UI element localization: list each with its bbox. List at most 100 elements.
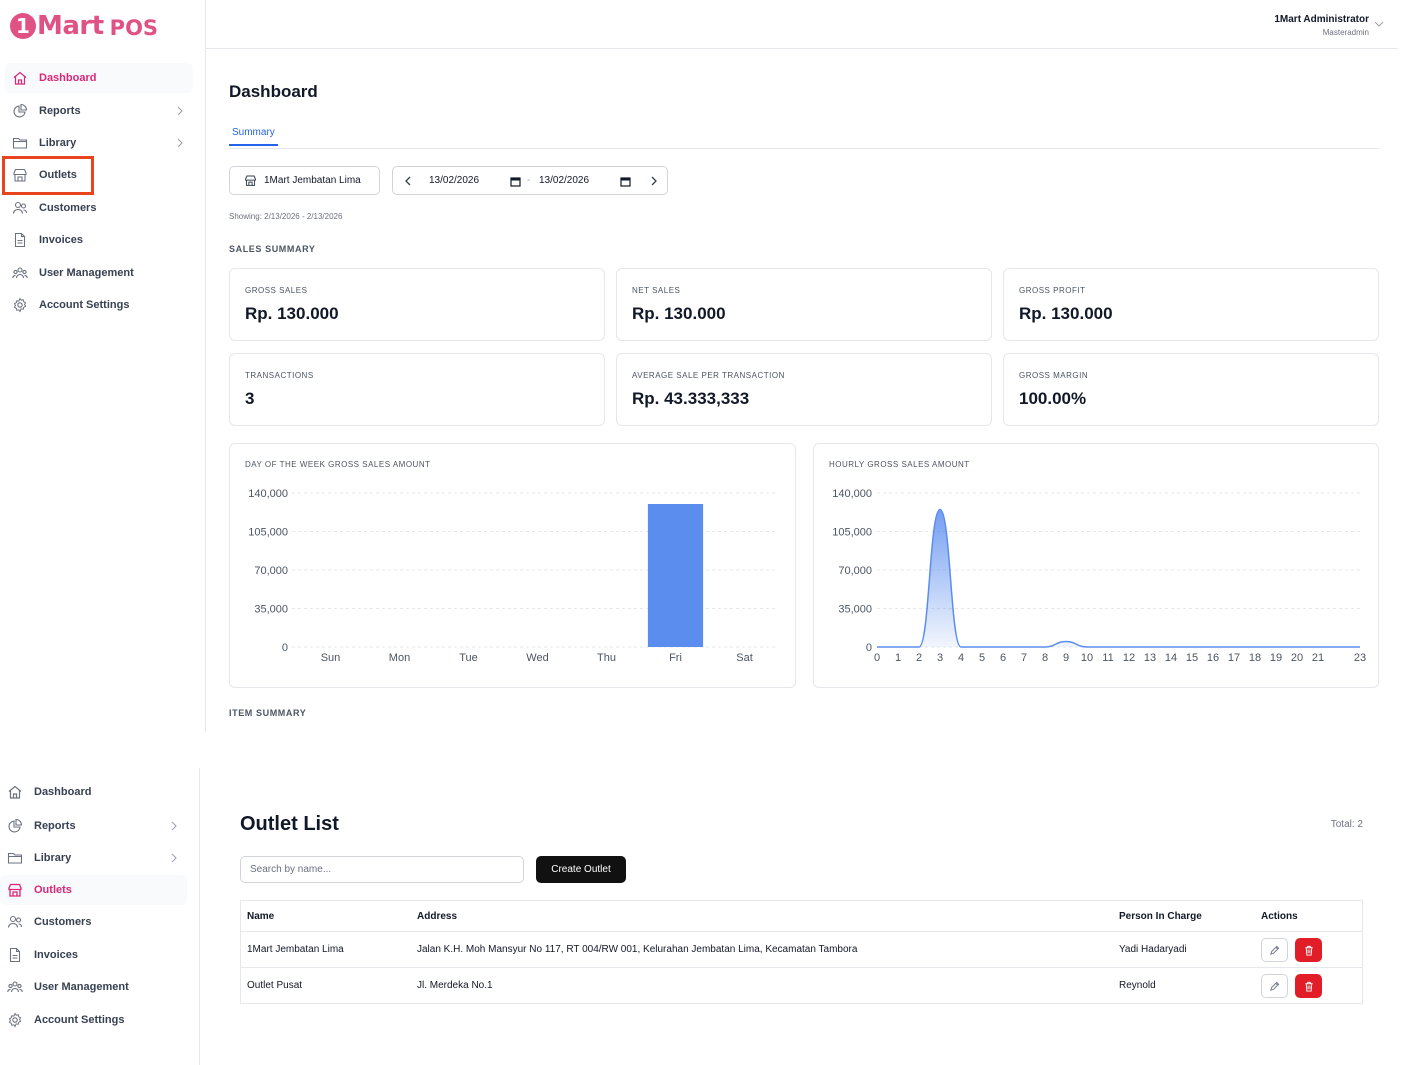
average-sale-card: AVERAGE SALE PER TRANSACTION Rp. 43.333,… xyxy=(616,353,992,426)
sidebar-item-label: Library xyxy=(39,137,77,149)
outlet-address-cell: Jl. Merdeka No.1 xyxy=(417,980,493,991)
x-tick-label: 13 xyxy=(1144,652,1156,664)
outlet-name-cell: Outlet Pusat xyxy=(247,980,303,991)
y-tick-label: 70,000 xyxy=(254,565,288,577)
tab-summary[interactable]: Summary xyxy=(229,127,278,146)
date-to[interactable]: 13/02/2026 xyxy=(539,175,589,186)
y-tick-label: 105,000 xyxy=(832,527,872,539)
trash-icon xyxy=(1304,981,1313,992)
sidebar-item-customers[interactable]: Customers xyxy=(0,907,187,937)
outlet-address-cell: Jalan K.H. Moh Mansyur No 117, RT 004/RW… xyxy=(417,944,858,955)
x-tick-label: 2 xyxy=(916,652,922,664)
y-tick-label: 70,000 xyxy=(838,565,872,577)
chevron-right-icon xyxy=(177,106,183,116)
weekday-chart-svg: 0 35,000 70,000 105,000 140,000 Sun Mon Tue Wed T… xyxy=(248,488,775,664)
hourly-sales-chart: HOURLY GROSS SALES AMOUNT 0 35,000 70,000 1… xyxy=(813,443,1379,688)
sidebar-item-library[interactable]: Library xyxy=(5,128,193,158)
date-from[interactable]: 13/02/2026 xyxy=(429,175,479,186)
x-tick-label: 8 xyxy=(1042,652,1048,664)
gear-icon xyxy=(11,296,29,314)
sidebar-item-label: Dashboard xyxy=(34,786,92,798)
edit-button[interactable] xyxy=(1261,974,1288,998)
chevron-right-icon xyxy=(171,821,177,831)
table-row: 1Mart Jembatan Lima Jalan K.H. Moh Mansy… xyxy=(241,932,1362,968)
sidebar-item-label: Reports xyxy=(34,820,76,832)
sidebar-item-reports[interactable]: Reports xyxy=(0,811,187,841)
sidebar-item-customers[interactable]: Customers xyxy=(5,193,193,223)
outlet-selector[interactable]: 1Mart Jembatan Lima xyxy=(229,166,380,195)
pie-chart-icon xyxy=(11,102,29,120)
tabs-divider xyxy=(229,148,1379,149)
pie-chart-icon xyxy=(6,817,24,835)
area-fill xyxy=(877,509,1360,647)
sidebar-item-user-management[interactable]: User Management xyxy=(5,258,193,288)
chevron-right-icon[interactable] xyxy=(649,175,659,187)
document-icon xyxy=(6,946,24,964)
calendar-icon[interactable] xyxy=(510,176,521,187)
sidebar-item-invoices[interactable]: Invoices xyxy=(0,940,187,970)
x-tick-label: 6 xyxy=(1000,652,1006,664)
x-tick-label: 0 xyxy=(874,652,880,664)
sidebar-item-library[interactable]: Library xyxy=(0,843,187,873)
sidebar-item-label: Outlets xyxy=(34,884,72,896)
x-tick-label: 17 xyxy=(1228,652,1240,664)
trash-icon xyxy=(1304,945,1313,956)
card-value: Rp. 130.000 xyxy=(245,304,339,323)
column-header-name: Name xyxy=(247,911,275,922)
sidebar-item-dashboard[interactable]: Dashboard xyxy=(5,63,193,93)
calendar-icon[interactable] xyxy=(620,176,631,187)
sidebar-item-account-settings[interactable]: Account Settings xyxy=(0,1005,187,1035)
store-icon xyxy=(6,881,24,899)
sidebar-item-account-settings[interactable]: Account Settings xyxy=(5,290,193,320)
top-bar: 1Mart Administrator Masteradmin xyxy=(205,0,1398,49)
search-input[interactable] xyxy=(240,856,524,883)
sidebar-item-label: Reports xyxy=(39,105,81,117)
sidebar-item-label: Library xyxy=(34,852,72,864)
user-name[interactable]: 1Mart Administrator xyxy=(1274,14,1369,25)
x-tick-label: 11 xyxy=(1102,652,1113,664)
pencil-icon xyxy=(1270,945,1280,955)
sidebar-item-user-management[interactable]: User Management xyxy=(0,972,187,1002)
table-header: Name Address Person In Charge Actions xyxy=(241,901,1362,932)
net-sales-card: NET SALES Rp. 130.000 xyxy=(616,268,992,341)
create-outlet-button[interactable]: Create Outlet xyxy=(536,856,626,883)
card-label: GROSS SALES xyxy=(245,286,308,295)
card-value: Rp. 130.000 xyxy=(632,304,726,323)
x-tick-label: 1 xyxy=(895,652,901,664)
transactions-card: TRANSACTIONS 3 xyxy=(229,353,605,426)
date-range-picker: 13/02/2026 - 13/02/2026 xyxy=(392,166,668,195)
x-tick-label: Mon xyxy=(389,652,410,664)
chevron-left-icon[interactable] xyxy=(403,175,413,187)
brand-logo[interactable]: 1 Mart POS xyxy=(10,8,158,44)
edit-button[interactable] xyxy=(1261,938,1288,962)
x-tick-label: 16 xyxy=(1207,652,1219,664)
x-tick-label: 23 xyxy=(1354,652,1366,664)
delete-button[interactable] xyxy=(1295,938,1322,962)
chevron-down-icon[interactable] xyxy=(1374,20,1384,28)
gross-margin-card: GROSS MARGIN 100.00% xyxy=(1003,353,1379,426)
delete-button[interactable] xyxy=(1295,974,1322,998)
sidebar-item-reports[interactable]: Reports xyxy=(5,96,193,126)
x-tick-label: Wed xyxy=(526,652,548,664)
card-label: GROSS PROFIT xyxy=(1019,286,1086,295)
x-tick-label: 21 xyxy=(1312,652,1324,664)
sidebar-item-label: Customers xyxy=(34,916,92,928)
sidebar-item-invoices[interactable]: Invoices xyxy=(5,225,193,255)
sidebar-item-label: User Management xyxy=(39,267,134,279)
sidebar-item-label: Account Settings xyxy=(39,299,130,311)
outlet-name-cell: 1Mart Jembatan Lima xyxy=(247,944,344,955)
users-icon xyxy=(6,913,24,931)
x-tick-label: Sun xyxy=(321,652,341,664)
x-tick-label: 20 xyxy=(1291,652,1303,664)
users-icon xyxy=(11,199,29,217)
x-tick-label: 12 xyxy=(1123,652,1135,664)
y-tick-label: 140,000 xyxy=(248,488,288,500)
sidebar-item-outlets[interactable]: Outlets xyxy=(0,875,187,905)
card-label: TRANSACTIONS xyxy=(245,371,314,380)
building-icon xyxy=(245,175,256,186)
home-icon xyxy=(6,783,24,801)
date-separator: - xyxy=(527,175,531,186)
sidebar-item-dashboard[interactable]: Dashboard xyxy=(0,777,187,807)
sidebar-item-label: Customers xyxy=(39,202,97,214)
logo-text: Mart xyxy=(37,11,104,41)
